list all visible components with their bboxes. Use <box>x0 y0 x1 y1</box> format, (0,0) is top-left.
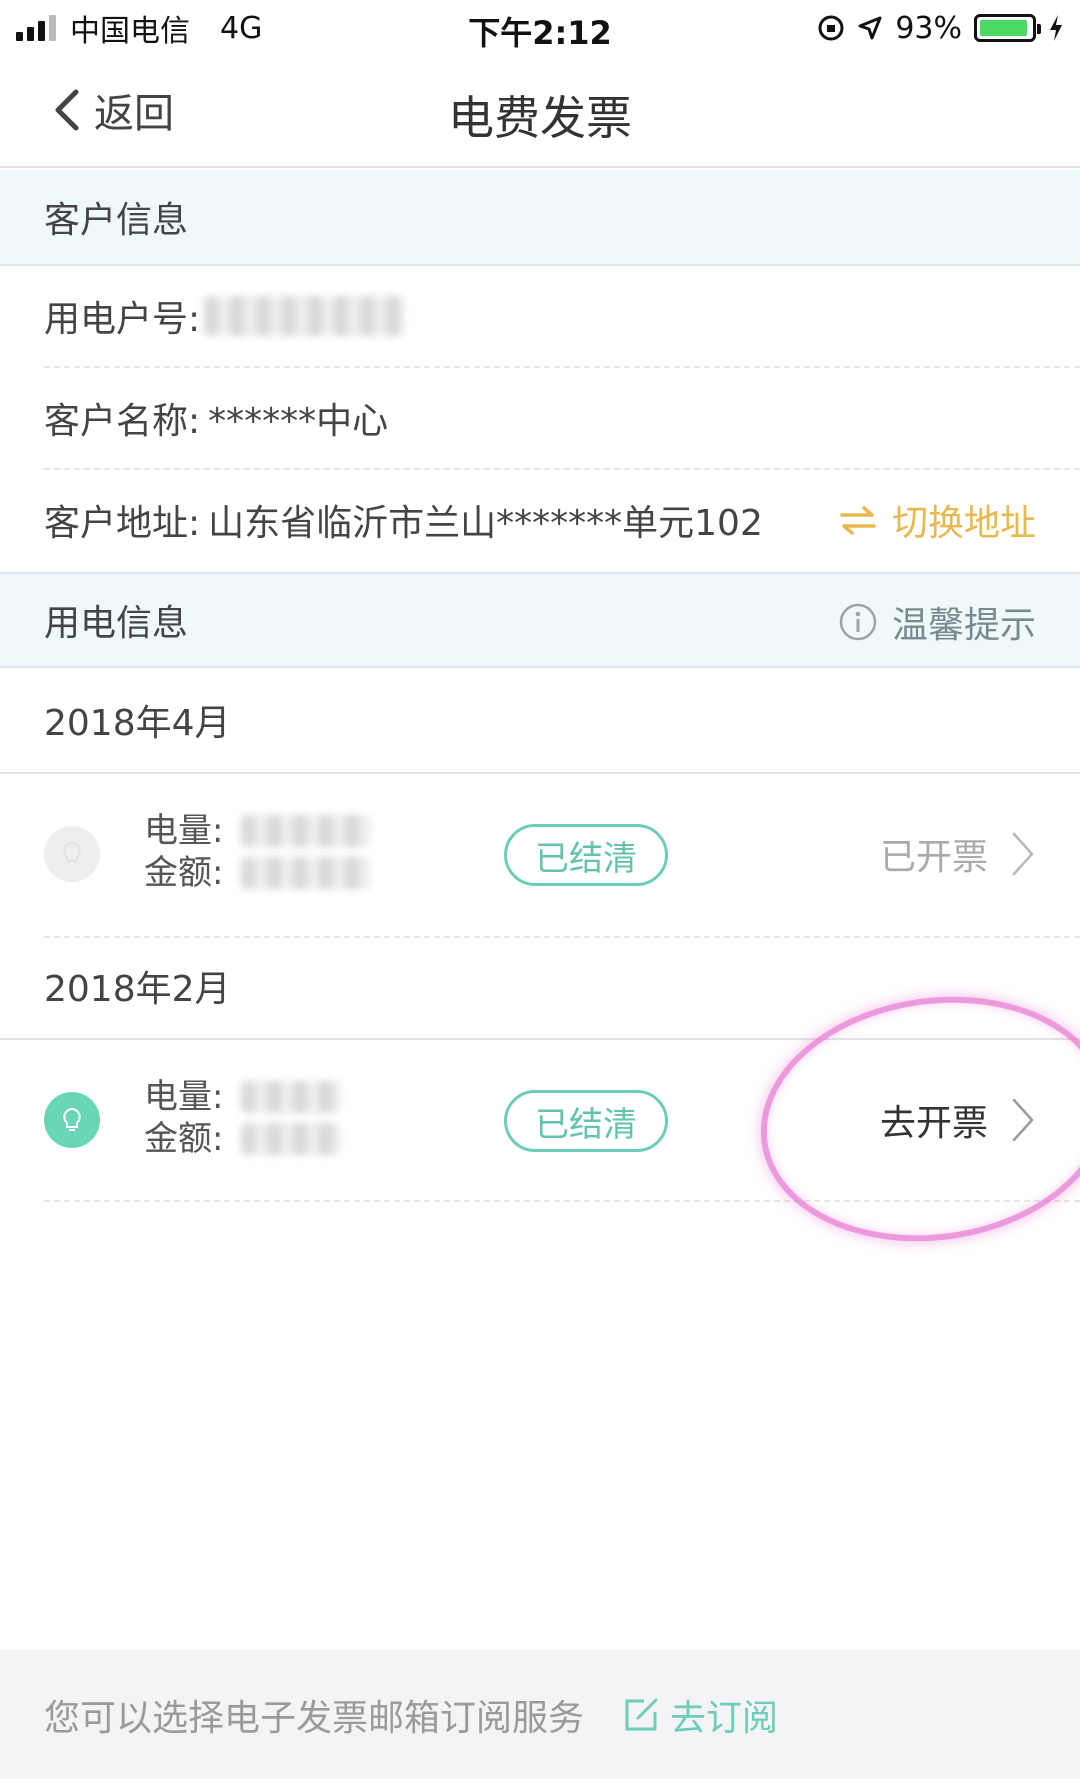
usage-value-blurred <box>241 815 372 847</box>
issue-invoice-label: 去开票 <box>879 1103 988 1144</box>
account-number-label: 用电户号: <box>44 299 201 340</box>
swap-arrows-icon <box>840 506 876 535</box>
carrier-name: 中国电信 <box>70 14 190 49</box>
customer-address-row: 客户地址: 山东省临沂市兰山*******单元102 切换地址 <box>0 470 1080 570</box>
amount-value-blurred <box>241 857 372 889</box>
subscribe-label: 去订阅 <box>670 1697 779 1739</box>
bill-details: 电量: 金额: <box>144 810 372 894</box>
customer-name-label: 客户名称: <box>44 401 201 442</box>
signal-icon <box>16 15 56 41</box>
chevron-right-icon <box>1012 832 1034 876</box>
usage-value-blurred <box>241 1081 342 1113</box>
edit-icon <box>625 1698 658 1730</box>
amount-value-blurred <box>241 1123 342 1155</box>
bill-row[interactable]: 电量: 金额: 已结清 去开票 <box>0 1040 1080 1200</box>
battery-fill <box>980 20 1027 36</box>
month-label: 2018年2月 <box>44 969 231 1010</box>
subscribe-button[interactable]: 去订阅 <box>622 1689 778 1741</box>
account-number-blurred <box>204 296 405 336</box>
info-circle-icon <box>839 603 877 641</box>
account-number-row: 用电户号: <box>0 266 1080 366</box>
charging-bolt-icon <box>1050 15 1062 41</box>
status-badge: 已结清 <box>504 824 668 886</box>
chevron-left-icon <box>55 89 79 131</box>
footer-message: 您可以选择电子发票邮箱订阅服务 <box>44 1697 585 1739</box>
invoiced-label: 已开票 <box>879 837 988 878</box>
bulb-icon <box>44 826 100 882</box>
usage-info-title: 用电信息 <box>44 603 189 644</box>
bill-row[interactable]: 电量: 金额: 已结清 已开票 <box>0 774 1080 934</box>
divider <box>44 1200 1080 1202</box>
invoiced-button[interactable]: 已开票 <box>880 818 1036 890</box>
footer-bar: 您可以选择电子发票邮箱订阅服务 去订阅 <box>0 1650 1080 1779</box>
location-arrow-icon <box>858 16 882 40</box>
tip-label: 温馨提示 <box>891 605 1036 646</box>
nav-bar: 返回 电费发票 <box>0 56 1080 168</box>
status-bar: 中国电信 4G 下午2:12 93% <box>0 0 1080 56</box>
switch-address-button[interactable]: 切换地址 <box>838 494 1036 546</box>
amount-label: 金额: <box>144 853 224 893</box>
customer-address-label: 客户地址: <box>44 503 201 544</box>
month-header: 2018年4月 <box>0 670 1080 770</box>
customer-name-value: ******中心 <box>208 401 389 442</box>
chevron-right-icon <box>1012 1098 1034 1142</box>
battery-percent: 93% <box>895 10 962 46</box>
network-type: 4G <box>220 10 263 46</box>
back-label: 返回 <box>94 91 174 137</box>
switch-address-label: 切换地址 <box>891 503 1036 544</box>
orientation-lock-icon <box>818 15 844 41</box>
status-right: 93% <box>817 8 1064 48</box>
amount-label: 金额: <box>144 1119 224 1159</box>
tip-button[interactable]: 温馨提示 <box>838 574 1036 670</box>
month-label: 2018年4月 <box>44 703 231 744</box>
bill-details: 电量: 金额: <box>144 1076 342 1160</box>
month-header: 2018年2月 <box>0 936 1080 1036</box>
usage-label: 电量: <box>144 811 224 851</box>
customer-address-value: 山东省临沂市兰山*******单元102 <box>208 503 763 544</box>
battery-icon <box>974 14 1041 42</box>
customer-info-header: 客户信息 <box>0 170 1080 266</box>
customer-info-title: 客户信息 <box>44 200 189 241</box>
customer-name-row: 客户名称: ******中心 <box>0 368 1080 468</box>
status-left: 中国电信 4G <box>16 8 263 49</box>
issue-invoice-button[interactable]: 去开票 <box>880 1084 1036 1156</box>
usage-label: 电量: <box>144 1077 224 1117</box>
usage-info-header: 用电信息 温馨提示 <box>0 572 1080 668</box>
status-badge: 已结清 <box>504 1090 668 1152</box>
back-button[interactable]: 返回 <box>52 80 174 140</box>
bulb-icon <box>44 1092 100 1148</box>
